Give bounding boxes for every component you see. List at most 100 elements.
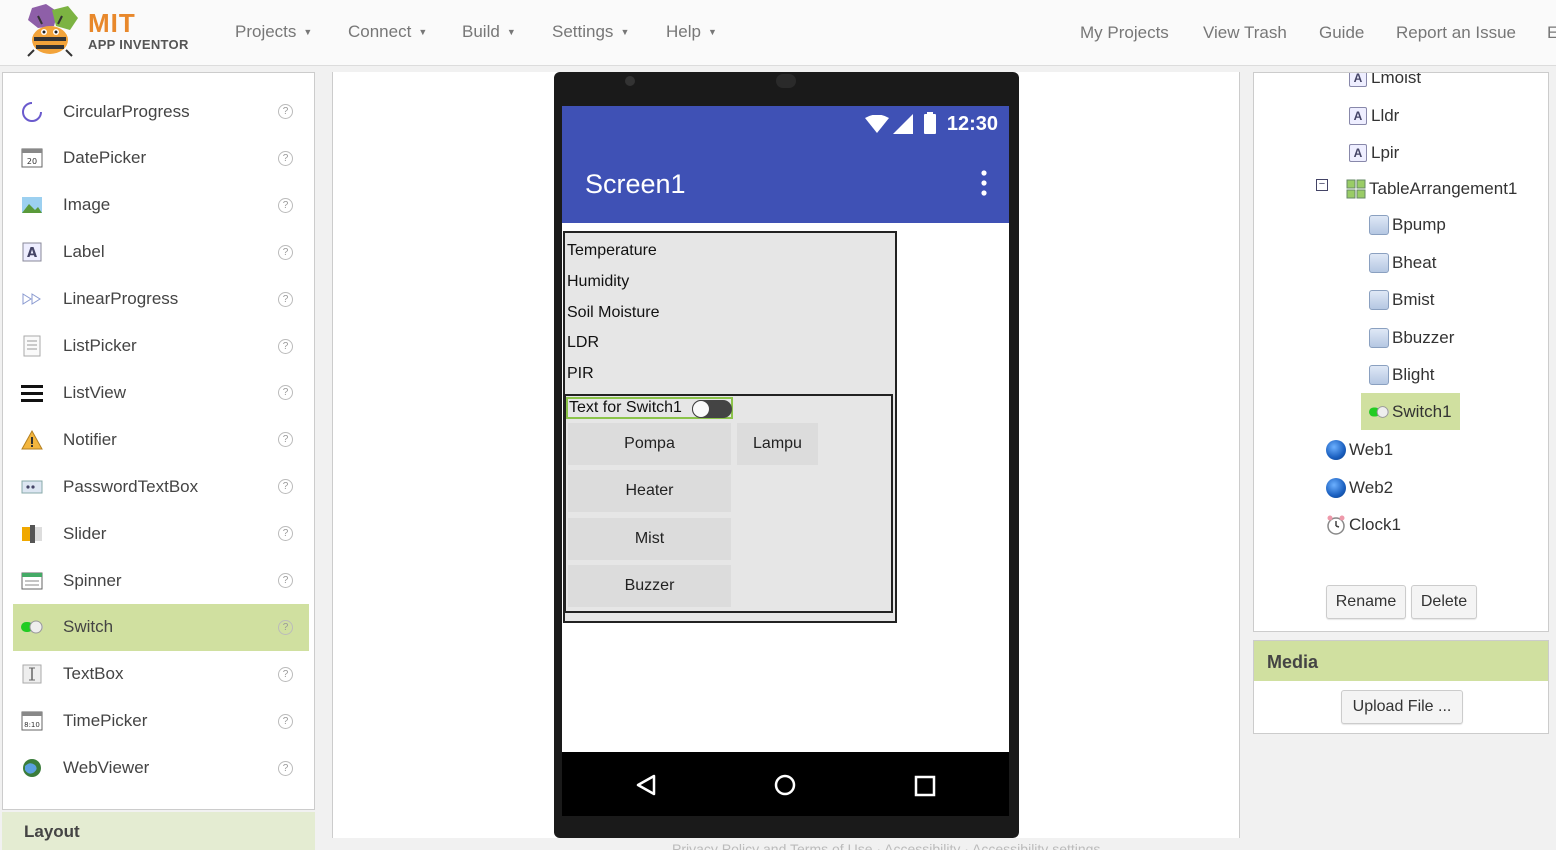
collapse-icon[interactable]: − [1316,179,1328,191]
palette-item-label: WebViewer [63,758,150,778]
tree-item-label: Bbuzzer [1392,328,1455,347]
password-icon [21,476,43,498]
media-header: Media [1254,641,1548,681]
switch1-component[interactable]: Text for Switch1 [566,397,733,419]
button-mist[interactable]: Mist [568,518,731,560]
tree-item-label: Web2 [1349,478,1394,497]
report-issue-link[interactable]: Report an Issue [1396,23,1516,43]
svg-text:8:10: 8:10 [24,721,40,729]
tree-item-lldr[interactable]: A Lldr [1348,104,1399,128]
help-icon[interactable]: ? [278,526,293,542]
palette-item-switch[interactable]: Switch? [13,603,309,651]
help-icon[interactable]: ? [278,338,293,354]
switch-toggle-icon[interactable] [692,400,732,418]
view-trash-link[interactable]: View Trash [1203,23,1287,43]
menu-connect[interactable]: Connect ▼ [348,22,427,42]
palette-item-slider[interactable]: Slider? [13,510,309,557]
my-projects-link[interactable]: My Projects [1080,23,1169,43]
tree-item-lpir[interactable]: A Lpir [1348,141,1399,165]
upload-file-button[interactable]: Upload File ... [1341,690,1463,724]
palette-item-timepicker[interactable]: 8:10 TimePicker? [13,698,309,745]
tree-item-label: Bpump [1392,215,1446,234]
tree-item-switch1[interactable]: Switch1 [1361,393,1460,430]
help-icon[interactable]: ? [278,619,293,635]
button-icon [1369,328,1389,348]
tree-item-web2[interactable]: Web2 [1326,476,1393,500]
tree-item-bmist[interactable]: Bmist [1369,288,1435,312]
tree-item-blight[interactable]: Blight [1369,363,1435,387]
back-icon[interactable] [636,774,656,796]
label-pir[interactable]: PIR [567,365,594,383]
label-soil-moisture[interactable]: Soil Moisture [567,304,659,322]
palette-item-linearprogress[interactable]: LinearProgress? [13,276,309,323]
guide-link[interactable]: Guide [1319,23,1364,43]
menu-settings[interactable]: Settings ▼ [552,22,629,42]
button-icon [1369,365,1389,385]
rename-button[interactable]: Rename [1326,585,1406,619]
palette-item-label[interactable]: A Label? [13,229,309,276]
button-buzzer[interactable]: Buzzer [568,565,731,607]
switch1-text: Text for Switch1 [569,399,682,416]
help-icon[interactable]: ? [278,479,293,495]
brand-subtitle: APP INVENTOR [88,37,189,52]
footer-links[interactable]: Privacy Policy and Terms of Use · Access… [672,841,1202,850]
help-icon[interactable]: ? [278,666,293,682]
help-icon[interactable]: ? [278,432,293,448]
help-icon[interactable]: ? [278,291,293,307]
button-lampu[interactable]: Lampu [737,423,818,465]
tree-item-bheat[interactable]: Bheat [1369,251,1436,275]
help-icon[interactable]: ? [278,713,293,729]
palette-item-listview[interactable]: ListView? [13,369,309,416]
tree-item-bpump[interactable]: Bpump [1369,213,1446,237]
app-inventor-logo-icon[interactable] [18,4,82,58]
palette-item-datepicker[interactable]: 20 DatePicker? [13,135,309,182]
help-icon[interactable]: ? [278,150,293,166]
home-icon[interactable] [774,774,796,796]
palette-section-layout[interactable]: Layout [2,812,315,850]
timepicker-icon: 8:10 [21,710,43,732]
tree-item-tablearrangement1[interactable]: TableArrangement1 [1346,177,1517,201]
palette-item-listpicker[interactable]: ListPicker? [13,323,309,370]
tree-item-bbuzzer[interactable]: Bbuzzer [1369,326,1454,350]
palette-item-notifier[interactable]: Notifier? [13,416,309,463]
tree-item-label: Blight [1392,365,1435,384]
help-icon[interactable]: ? [278,573,293,588]
palette-item-textbox[interactable]: TextBox? [13,651,309,698]
palette-item-webviewer[interactable]: WebViewer? [13,745,309,792]
menu-build[interactable]: Build ▼ [462,22,516,42]
tree-item-label: Lmoist [1371,72,1422,87]
earpiece-speaker [776,74,796,88]
tree-item-label: TableArrangement1 [1369,179,1518,198]
palette-item-circularprogress[interactable]: CircularProgress? [13,88,309,135]
menu-projects[interactable]: Projects ▼ [235,22,312,42]
tree-item-web1[interactable]: Web1 [1326,438,1393,462]
delete-button[interactable]: Delete [1411,585,1477,619]
label-ldr[interactable]: LDR [567,334,599,352]
palette-item-passwordtextbox[interactable]: PasswordTextBox? [13,463,309,510]
palette-item-spinner[interactable]: Spinner? [13,557,309,604]
help-icon[interactable]: ? [278,760,293,776]
palette-item-image[interactable]: Image? [13,182,309,229]
tree-item-clock1[interactable]: Clock1 [1326,513,1401,537]
help-icon[interactable]: ? [278,244,293,260]
listview-icon [21,382,43,404]
clock-icon [1326,515,1346,535]
tree-item-lmoist[interactable]: A Lmoist [1348,72,1422,90]
help-icon[interactable]: ? [278,197,293,213]
help-icon[interactable]: ? [278,104,293,119]
help-icon[interactable]: ? [278,385,293,401]
caret-down-icon: ▼ [303,27,313,37]
english-language-link[interactable]: E [1547,23,1556,43]
label-icon: A [1348,73,1368,88]
palette-item-label: DatePicker [63,148,147,168]
button-icon [1369,290,1389,310]
menu-help[interactable]: Help ▼ [666,22,717,42]
button-heater[interactable]: Heater [568,470,731,512]
label-temperature[interactable]: Temperature [567,242,657,260]
more-options-icon[interactable] [981,170,987,196]
palette-item-label: CircularProgress [63,101,190,121]
button-pompa[interactable]: Pompa [568,423,731,465]
recents-icon[interactable] [914,775,936,797]
label-humidity[interactable]: Humidity [567,273,629,291]
palette-item-label: Image [63,195,111,215]
